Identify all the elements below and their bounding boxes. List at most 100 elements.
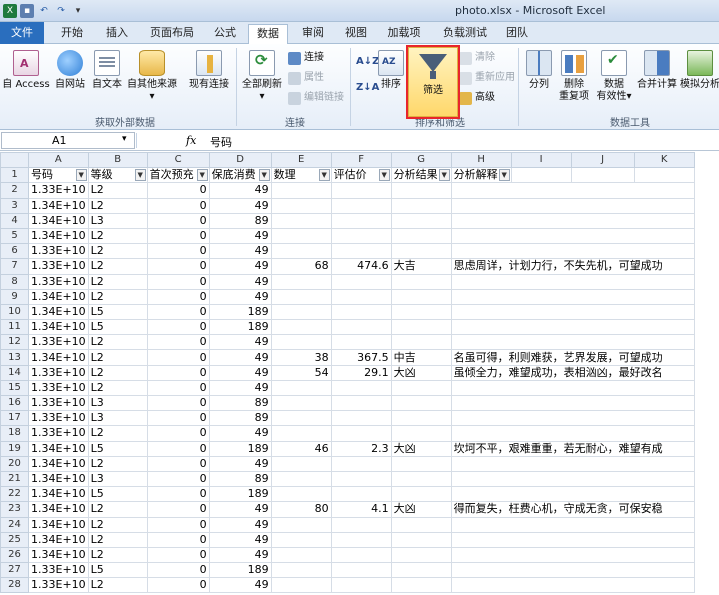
cell[interactable] [270, 379, 332, 397]
cell[interactable]: 1.34E+10 [28, 197, 89, 214]
cell[interactable]: 49 [208, 531, 272, 548]
cell[interactable]: 1.34E+10 [28, 470, 89, 488]
tab-addins[interactable]: 加载项 [380, 24, 428, 44]
filter-dropdown-icon[interactable]: ▼ [378, 169, 390, 182]
cell[interactable]: L2 [87, 531, 148, 548]
cell[interactable]: 0 [146, 577, 210, 594]
cell[interactable] [330, 516, 392, 533]
cell[interactable] [270, 227, 332, 245]
cell[interactable]: L2 [87, 546, 148, 564]
cell[interactable]: 1.34E+10 [28, 546, 89, 564]
connections-button[interactable]: 连接 [288, 50, 324, 66]
cell[interactable]: 89 [208, 470, 272, 488]
column-header-E[interactable]: E [270, 152, 332, 169]
cell[interactable] [330, 531, 392, 548]
cell[interactable]: 89 [208, 212, 272, 229]
cell[interactable]: L2 [87, 379, 148, 397]
cell[interactable] [270, 182, 332, 199]
cell[interactable]: 189 [208, 440, 272, 457]
cell[interactable] [330, 303, 392, 321]
cell[interactable]: 49 [208, 227, 272, 245]
clear-filter-button[interactable]: 清除 [459, 50, 495, 66]
column-header-F[interactable]: F [330, 152, 392, 169]
cell[interactable]: L2 [87, 258, 148, 275]
cell[interactable] [390, 546, 452, 564]
cell[interactable] [390, 243, 452, 260]
cell[interactable] [450, 562, 695, 579]
cell[interactable] [270, 303, 332, 321]
cell[interactable] [390, 531, 452, 548]
cell[interactable]: 思虑周详，计划力行，不失先机，可望成功 [450, 258, 695, 275]
cell[interactable] [390, 182, 452, 199]
cell[interactable]: 54 [270, 364, 332, 381]
cell[interactable] [450, 410, 695, 427]
cell[interactable]: 0 [146, 516, 210, 533]
cell[interactable]: 49 [208, 349, 272, 366]
tab-page-layout[interactable]: 页面布局 [143, 24, 201, 44]
cell[interactable]: L2 [87, 273, 148, 290]
row-header[interactable]: 9 [0, 288, 29, 305]
cell[interactable] [390, 516, 452, 533]
row-header[interactable]: 19 [0, 440, 29, 457]
cell[interactable] [390, 212, 452, 229]
row-header[interactable]: 13 [0, 349, 29, 366]
cell[interactable] [390, 577, 452, 594]
cell[interactable] [450, 288, 695, 305]
cell[interactable] [510, 167, 572, 184]
cell[interactable]: 49 [208, 273, 272, 290]
cell[interactable]: 29.1 [330, 364, 392, 381]
cell[interactable]: 367.5 [330, 349, 392, 366]
cell[interactable]: 0 [146, 562, 210, 579]
edit-links-button[interactable]: 编辑链接 [288, 90, 344, 106]
cell[interactable]: 1.34E+10 [28, 440, 89, 457]
cell[interactable] [390, 455, 452, 472]
cell[interactable]: 1.33E+10 [28, 243, 89, 260]
cell[interactable]: 0 [146, 288, 210, 305]
row-header[interactable]: 2 [0, 182, 29, 199]
cell[interactable]: 0 [146, 410, 210, 427]
header-cell[interactable]: 分析结果 ▼ [390, 167, 452, 184]
cell[interactable] [270, 334, 332, 351]
column-header-C[interactable]: C [146, 152, 210, 169]
row-header[interactable]: 17 [0, 410, 29, 427]
cell[interactable]: 1.34E+10 [28, 288, 89, 305]
cell[interactable]: 49 [208, 425, 272, 442]
cell[interactable]: 189 [208, 319, 272, 336]
cell[interactable]: 4.1 [330, 501, 392, 518]
tab-file[interactable]: 文件 [0, 22, 44, 44]
cell[interactable]: 49 [208, 288, 272, 305]
cell[interactable] [390, 288, 452, 305]
cell[interactable] [450, 303, 695, 321]
cell[interactable]: 1.33E+10 [28, 394, 89, 412]
remove-duplicates-button[interactable]: 删除 重复项 [556, 50, 592, 103]
cell[interactable]: L3 [87, 410, 148, 427]
cell[interactable]: L2 [87, 288, 148, 305]
cell[interactable]: 1.34E+10 [28, 319, 89, 336]
cell[interactable]: 1.34E+10 [28, 486, 89, 503]
cell[interactable] [390, 562, 452, 579]
cell[interactable]: 0 [146, 334, 210, 351]
row-header[interactable]: 26 [0, 546, 29, 564]
save-icon[interactable]: ▪ [20, 4, 34, 18]
column-header-B[interactable]: B [87, 152, 148, 169]
filter-dropdown-icon[interactable]: ▼ [498, 169, 510, 182]
row-header[interactable]: 21 [0, 470, 29, 488]
name-box[interactable]: A1 [1, 132, 135, 149]
cell[interactable]: L2 [87, 349, 148, 366]
refresh-all-button[interactable]: ⟳ 全部刷新 ▾ [240, 50, 284, 103]
cell[interactable]: L3 [87, 470, 148, 488]
cell[interactable] [270, 470, 332, 488]
cell[interactable] [390, 394, 452, 412]
column-header-K[interactable]: K [633, 152, 695, 169]
cell[interactable] [330, 379, 392, 397]
header-cell[interactable]: 等级 ▼ [87, 167, 148, 184]
cell[interactable] [330, 425, 392, 442]
row-header[interactable]: 14 [0, 364, 29, 381]
cell[interactable] [450, 455, 695, 472]
cell[interactable]: 49 [208, 577, 272, 594]
filter-button[interactable]: 筛选 [406, 45, 460, 119]
cell[interactable]: 89 [208, 410, 272, 427]
column-header-G[interactable]: G [390, 152, 452, 169]
cell[interactable] [330, 273, 392, 290]
cell[interactable]: 0 [146, 212, 210, 229]
